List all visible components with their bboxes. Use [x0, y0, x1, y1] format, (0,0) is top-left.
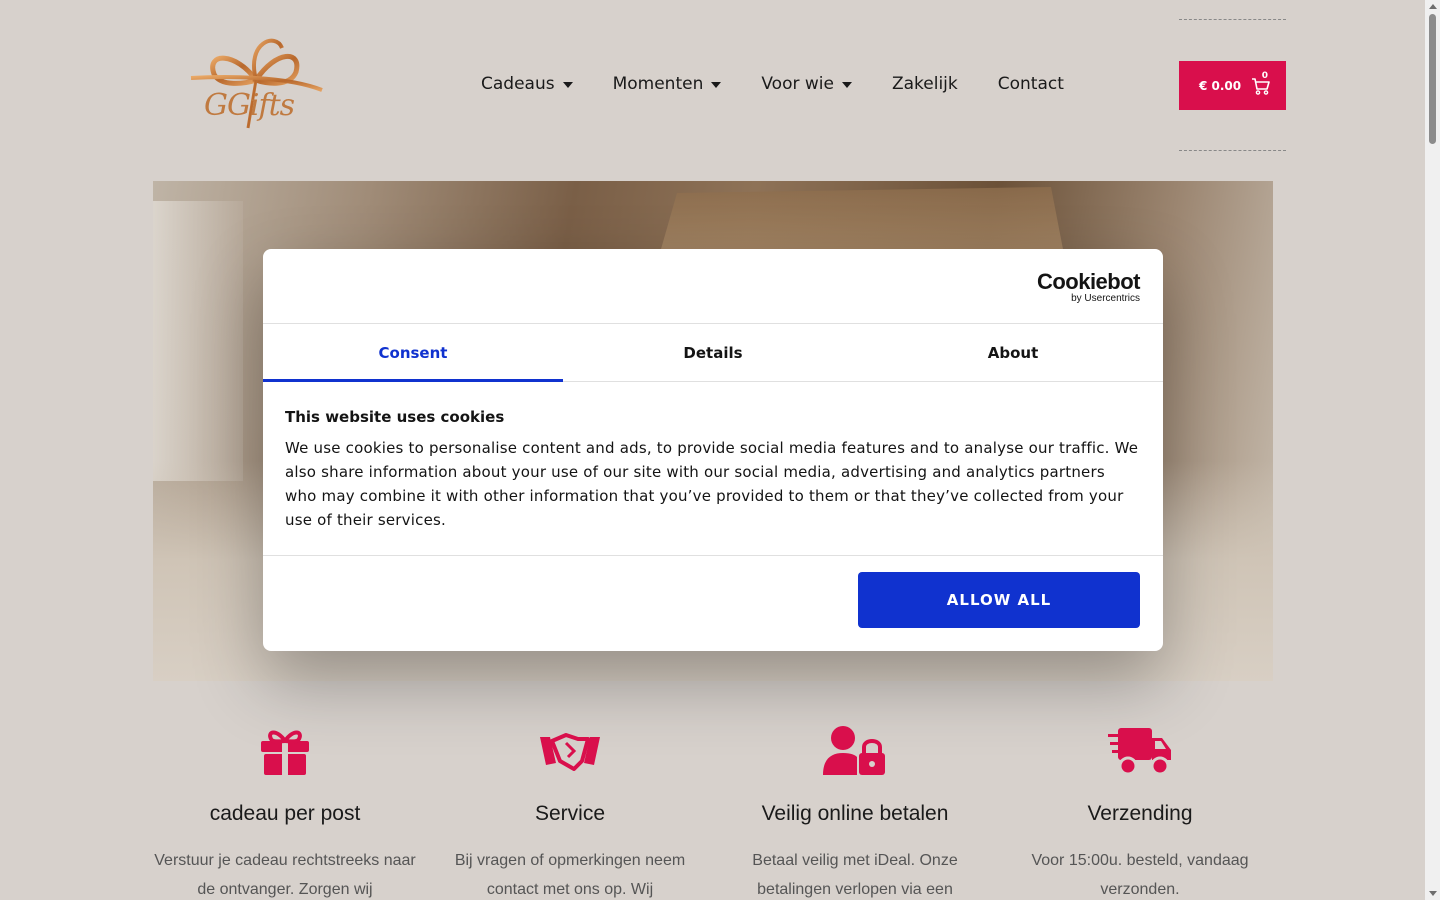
- cookie-consent-dialog: Cookiebot by Usercentrics Consent Detail…: [263, 249, 1163, 651]
- cart-total: € 0.00: [1199, 78, 1242, 93]
- logo-wordmark: GGifts: [204, 88, 295, 123]
- tab-details[interactable]: Details: [563, 324, 863, 381]
- nav-item-label: Cadeaus: [481, 74, 555, 94]
- nav-item-label: Momenten: [612, 74, 704, 94]
- cart-button[interactable]: € 0.00 0: [1179, 61, 1286, 110]
- dialog-title: This website uses cookies: [285, 408, 505, 426]
- cart-divider-top: [1179, 19, 1286, 20]
- nav-item-label: Contact: [997, 74, 1064, 94]
- caret-down-icon: [562, 82, 573, 88]
- allow-all-button[interactable]: ALLOW ALL: [858, 572, 1140, 628]
- scroll-thumb[interactable]: [1429, 14, 1436, 144]
- tab-consent[interactable]: Consent: [263, 324, 563, 382]
- gift-bow-logo-icon: [190, 38, 323, 129]
- dialog-header: Cookiebot by Usercentrics: [263, 249, 1163, 324]
- feature-text: Betaal veilig met iDeal. Onze betalingen…: [752, 852, 958, 898]
- cookiebot-brand-sub: by Usercentrics: [1071, 293, 1140, 304]
- cart-count-badge: 0: [1261, 71, 1268, 81]
- delivery-truck-icon: [1108, 728, 1171, 776]
- nav-item-zakelijk[interactable]: Zakelijk: [892, 74, 958, 94]
- feature-title: cadeau per post: [209, 802, 361, 825]
- nav-item-cadeaus[interactable]: Cadeaus: [481, 74, 573, 94]
- nav-item-voor-wie[interactable]: Voor wie: [761, 74, 852, 94]
- nav-item-contact[interactable]: Contact: [998, 74, 1064, 94]
- feature-title: Verzending: [1087, 802, 1193, 825]
- nav-item-label: Voor wie: [761, 74, 834, 94]
- tab-about[interactable]: About: [863, 324, 1163, 381]
- feature-service: Service Bij vragen of opmerkingen neem c…: [435, 724, 705, 900]
- cart-divider-bottom: [1179, 150, 1286, 151]
- caret-down-icon: [711, 82, 722, 88]
- user-lock-icon: [823, 726, 885, 775]
- feature-title: Service: [534, 802, 606, 825]
- feature-secure-payment: Veilig online betalen Betaal veilig met …: [720, 724, 990, 900]
- dialog-body: This website uses cookies We use cookies…: [263, 382, 1163, 556]
- nav-item-momenten[interactable]: Momenten: [613, 74, 722, 94]
- main-nav: Cadeaus Momenten Voor wie Zakelijk Conta…: [481, 74, 1064, 94]
- dialog-text: We use cookies to personalise content an…: [285, 439, 1139, 529]
- cookiebot-logo: Cookiebot by Usercentrics: [1036, 269, 1141, 305]
- site-logo[interactable]: GGifts: [186, 32, 326, 140]
- handshake-icon: [540, 733, 600, 771]
- dialog-tabs: Consent Details About: [263, 324, 1163, 382]
- feature-shipping: Verzending Voor 15:00u. besteld, vandaag…: [1005, 724, 1275, 900]
- feature-text: Voor 15:00u. besteld, vandaag verzonden.: [1031, 852, 1249, 898]
- nav-item-label: Zakelijk: [891, 74, 958, 94]
- feature-gift-by-post: cadeau per post Verstuur je cadeau recht…: [150, 724, 420, 900]
- page-scrollbar[interactable]: [1425, 0, 1440, 900]
- feature-title: Veilig online betalen: [761, 802, 949, 825]
- feature-text: Verstuur je cadeau rechtstreeks naar de …: [154, 852, 416, 898]
- cookiebot-brand: Cookiebot: [1036, 269, 1141, 294]
- scroll-up-arrow-icon[interactable]: [1429, 4, 1437, 9]
- feature-text: Bij vragen of opmerkingen neem contact m…: [454, 852, 686, 898]
- gift-icon: [261, 730, 309, 775]
- hero-window-light: [153, 201, 243, 481]
- scroll-down-arrow-icon[interactable]: [1429, 891, 1437, 896]
- caret-down-icon: [841, 82, 852, 88]
